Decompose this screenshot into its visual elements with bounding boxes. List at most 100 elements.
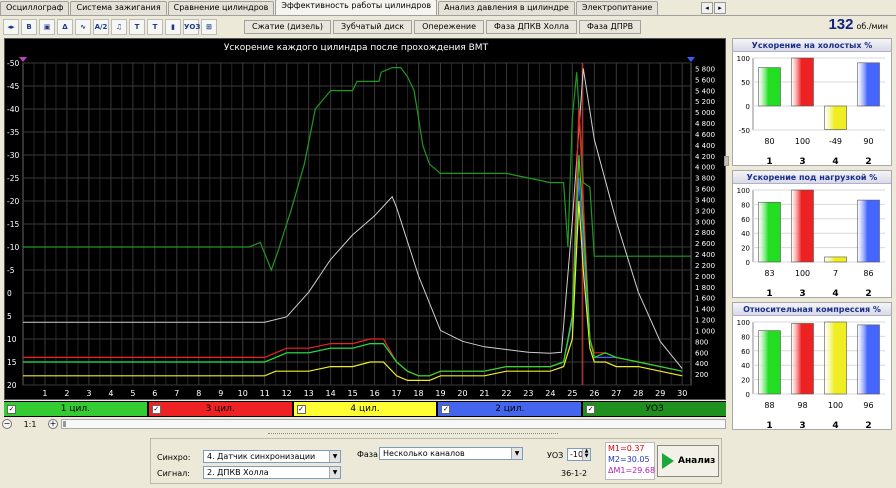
bar-value-label: 96 [863,401,873,410]
bell-icon[interactable]: ♫ [111,19,127,35]
subtab-tooth-disk[interactable]: Зубчатый диск [333,20,413,34]
y-tick-label: 20 [741,245,750,253]
rpm-value: 132 [828,16,854,33]
right-tick-label: 4 400 [695,142,715,150]
x-tick-label: 30 [677,389,687,398]
tab-cylinder-compare[interactable]: Сравнение цилиндров [167,1,275,15]
ratio-icon[interactable]: A/2 [93,19,109,35]
left-tick-label: -50 [7,59,19,68]
bar-cylinder-1 [758,201,781,263]
cylinder-label: 3 [799,421,805,430]
right-tick-label: 3 400 [695,196,715,204]
x-tick-label: 29 [655,389,665,398]
spin-arrows-icon[interactable]: ▲ ▼ [582,449,590,460]
tab-ignition[interactable]: Система зажигания [70,1,167,15]
marker-delta: ΔM1=29.68 [608,466,656,475]
acceleration-plot[interactable]: Ускорение каждого цилиндра после прохожд… [4,38,726,400]
right-panel-splitter[interactable] [724,38,729,484]
zoom-in-button[interactable]: + [48,419,58,429]
tab-cylinder-efficiency[interactable]: Эффективность работы цилиндров [275,0,438,15]
channel-toggle[interactable]: ✓ 3 цил. [148,402,292,416]
y-tick-label: 20 [741,377,750,385]
channel-toggle[interactable]: ✓ 1 цил. [4,402,147,416]
fork-alt-icon[interactable]: T [147,19,163,35]
signal-select[interactable]: 2. ДПКВ Холла ▼ [203,466,341,479]
tab-scroll-left-icon[interactable]: ◂ [701,2,713,14]
result-panel: Ускорение на холостых % 100 50 0 -50 80 1 100 3 -… [732,38,892,167]
right-tick-label: 400 [695,360,708,368]
waveform-icon[interactable]: ⊞ [201,19,217,35]
x-tick-label: 24 [545,389,555,398]
subtab-camshaft-phase[interactable]: Фаза ДПРВ [579,20,642,34]
tab-pressure-analysis[interactable]: Анализ давления в цилиндре [438,1,575,15]
fork-icon[interactable]: T [129,19,145,35]
right-tick-label: 1 600 [695,295,715,303]
uoz-icon[interactable]: УОЗ [183,19,200,35]
x-tick-label: 14 [326,389,336,398]
scrollbar-thumb[interactable] [63,421,66,427]
right-tick-label: 200 [695,371,708,379]
left-marker-icon[interactable] [19,57,27,62]
tab-scroll-arrows: ◂ ▸ [701,2,726,14]
x-tick-label: 3 [86,389,91,398]
bar-cylinder-2 [857,324,880,395]
left-tick-label: 15 [7,358,17,367]
tab-oscilloscope[interactable]: Осциллограф [0,1,70,15]
x-tick-label: 9 [218,389,223,398]
channel-toggle[interactable]: ✓ 2 цил. [438,402,582,416]
right-tick-label: 1 800 [695,284,715,292]
bar-cylinder-1 [758,330,781,395]
x-tick-label: 27 [611,389,621,398]
bar-cylinder-4 [824,256,847,263]
zigzag-icon[interactable]: ∿ [75,19,91,35]
y-tick-label: 50 [741,79,750,87]
cylinder-label: 3 [799,157,805,166]
splitter-grip[interactable] [268,433,558,436]
bar-value-label: 100 [828,401,843,410]
channel-bar: ✓ 1 цил. ✓ 3 цил. ✓ 4 цил. ✓ 2 цил. ✓ УОЗ [4,401,726,417]
channel-toggle[interactable]: ✓ УОЗ [583,402,726,416]
zoom-out-button[interactable]: − [2,419,12,429]
channel-toggle[interactable]: ✓ 4 цил. [293,402,437,416]
bold-marker-icon[interactable]: B [21,19,37,35]
bar-cylinder-3 [791,189,814,263]
right-marker-icon[interactable] [687,57,695,62]
brush-icon[interactable]: ▣ [39,19,55,35]
right-tick-label: 1 000 [695,327,715,335]
bar-value-label: 80 [764,137,774,146]
y-tick-label: 60 [741,216,750,224]
panel-title: Ускорение на холостых % [733,39,891,52]
sync-select[interactable]: 4. Датчик синхронизации ▼ [203,450,341,463]
subtab-advance[interactable]: Опережение [414,20,485,34]
cylinder-label: 1 [766,157,772,166]
y-tick-label: 40 [741,362,750,370]
collapse-handle-icon[interactable] [724,156,729,166]
phase-select[interactable]: Несколько каналов ▼ [379,447,523,460]
tab-scroll-right-icon[interactable]: ▸ [714,2,726,14]
right-tick-label: 2 800 [695,229,715,237]
bar-cylinder-3 [791,323,814,395]
uoz-spinner[interactable]: -10 ▲ ▼ [567,448,591,461]
signal-icon[interactable]: ▮ [165,19,181,35]
x-tick-label: 22 [501,389,511,398]
x-tick-label: 1 [42,389,47,398]
horizontal-scrollbar[interactable] [61,419,726,429]
axis-scale-icon[interactable]: Δ [57,19,73,35]
x-tick-label: 13 [304,389,314,398]
subtab-compression-diesel[interactable]: Сжатие (дизель) [244,20,331,34]
toolbar: ◂▸ B ▣ Δ ∿ A/2 ♫ T T ▮ УОЗ ⊞ [0,17,240,37]
cursor-arrows-icon[interactable]: ◂▸ [3,19,19,35]
cylinder-label: 2 [865,157,871,166]
x-tick-label: 12 [282,389,292,398]
bar-cylinder-3 [791,57,814,107]
cylinder-label: 1 [766,421,772,430]
bar-value-label: 100 [795,269,810,278]
channel-label: 1 цил. [60,404,90,414]
x-tick-label: 20 [457,389,467,398]
cylinder-label: 2 [865,289,871,298]
cylinder-label: 1 [766,289,772,298]
tab-power-supply[interactable]: Электропитание [575,1,659,15]
analyze-button[interactable]: Анализ [657,445,719,477]
subtab-hall-phase[interactable]: Фаза ДПКВ Холла [486,20,578,34]
marker-m2: M2=30.05 [608,455,650,464]
